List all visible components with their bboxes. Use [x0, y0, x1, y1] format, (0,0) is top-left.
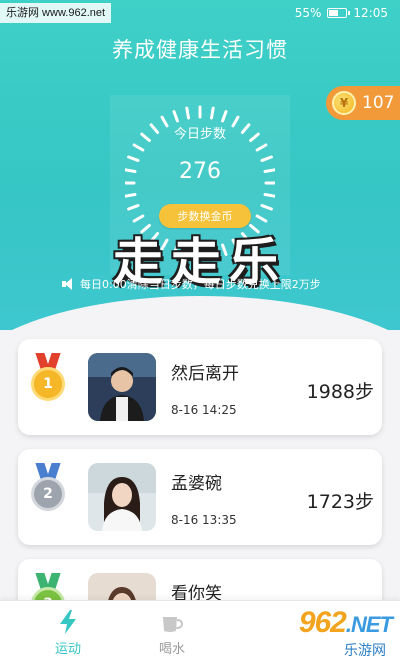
leaderboard-row[interactable]: 2 孟婆碗 8-16 13:35 1723步 [18, 449, 382, 545]
step-count: 1723步 [306, 491, 374, 513]
today-steps-value: 276 [179, 159, 221, 184]
tab-water-label: 喝水 [158, 642, 185, 657]
watermark-subtitle: 乐游网 [340, 640, 390, 660]
record-time: 8-16 13:35 [171, 513, 237, 527]
dial-tick [125, 192, 137, 198]
coin-count: 107 [362, 93, 395, 113]
record-time: 8-16 14:25 [171, 403, 237, 417]
coin-balance-button[interactable]: ¥ 107 [326, 86, 400, 120]
tab-water[interactable]: 喝水 [122, 601, 222, 666]
status-right: 55% 12:05 [295, 6, 388, 20]
dial-tick [132, 143, 145, 152]
leaderboard-row[interactable]: 1 然后离开 8-16 14:25 1988步 [18, 339, 382, 435]
hero-curve [0, 296, 400, 330]
dial-tick [263, 192, 275, 198]
dial-tick [209, 106, 215, 120]
battery-fill [329, 10, 339, 16]
status-bar: 乐游网 www.962.net 55% 12:05 [0, 0, 400, 26]
avatar[interactable] [88, 353, 156, 421]
cup-icon [163, 617, 184, 632]
user-name: 然后离开 [171, 364, 239, 384]
dial-tick [255, 143, 268, 152]
battery-icon [327, 8, 351, 18]
notice-text: 每日0:00清除当日步数，每日步数兑换上限2万步 [80, 278, 321, 291]
dial-tick [260, 204, 273, 211]
speaker-icon [62, 278, 74, 290]
dial-tick [221, 110, 228, 123]
coin-icon: ¥ [332, 91, 356, 115]
lightning-icon [60, 610, 76, 634]
tab-sport-label: 运动 [54, 642, 81, 657]
dial-tick [127, 204, 140, 211]
today-steps-label: 今日步数 [173, 127, 226, 142]
watermark-logo: 962.NET [298, 606, 393, 639]
site-watermark: 962.NET 乐游网 [260, 604, 400, 664]
page-title: 养成健康生活习惯 [112, 38, 288, 62]
silver-medal-icon: 2 [31, 463, 65, 515]
avatar[interactable] [88, 463, 156, 531]
step-count: 1988步 [306, 381, 374, 403]
dial-tick [132, 214, 145, 223]
dial-tick [185, 106, 191, 120]
tab-sport[interactable]: 运动 [18, 601, 118, 666]
user-name: 孟婆碗 [171, 474, 222, 494]
dial-tick [255, 214, 268, 223]
battery-percent: 55% [294, 6, 322, 20]
notice-banner: 每日0:00清除当日步数，每日步数兑换上限2万步 [62, 276, 321, 292]
dial-tick [172, 110, 179, 123]
site-watermark-tag: 乐游网 www.962.net [0, 3, 112, 23]
gold-medal-icon: 1 [31, 353, 65, 405]
clock: 12:05 [353, 6, 388, 20]
